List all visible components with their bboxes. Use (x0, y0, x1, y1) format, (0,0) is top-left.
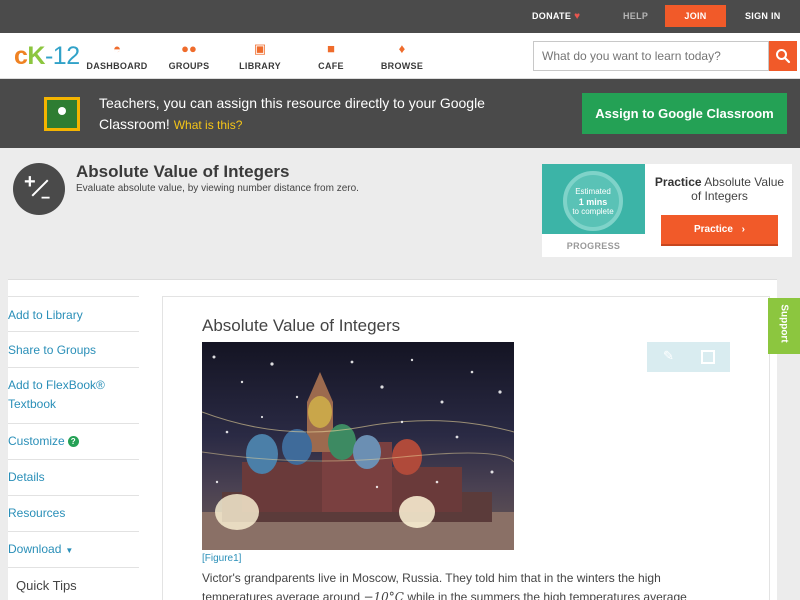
sign-in-link[interactable]: SIGN IN (745, 0, 781, 33)
practice-title-rest: Absolute Value of Integers (691, 175, 785, 203)
practice-button-label: Practice (693, 224, 733, 235)
what-is-this-link[interactable]: What is this? (174, 118, 243, 132)
heart-icon: ♥ (574, 11, 581, 22)
top-utility-bar: DONATE ♥ HELP JOIN SIGN IN (0, 0, 800, 33)
moscow-cathedral-photo (202, 342, 514, 550)
help-icon[interactable]: ? (67, 436, 79, 447)
paragraph-line2a: temperatures average around (202, 590, 361, 600)
nav-cafe-label: CAFE (318, 61, 344, 71)
practice-title-bold: Practice (654, 175, 702, 189)
cafe-icon: ■ (327, 41, 335, 56)
progress-area: Estimated 1 mins to complete (542, 164, 645, 234)
progress-label: PROGRESS (566, 241, 621, 251)
edit-tools: ✎ (647, 342, 730, 372)
assign-google-classroom-button[interactable]: Assign to Google Classroom (582, 93, 787, 134)
logo-k: K (27, 42, 45, 70)
page-title: Absolute Value of Integers (76, 162, 290, 181)
donate-link[interactable]: DONATE ♥ (532, 0, 580, 33)
support-tab[interactable]: Support (768, 298, 800, 354)
donate-label: DONATE (532, 11, 572, 21)
help-link[interactable]: HELP (623, 0, 648, 33)
nav-browse-label: BROWSE (380, 61, 424, 71)
google-classroom-icon (44, 97, 80, 131)
ck12-logo[interactable]: cK-12 (14, 42, 80, 71)
sidebar-item-resources[interactable]: Resources (8, 496, 139, 532)
estimate-line3: to complete (572, 207, 614, 216)
sidebar-item-add-to-library[interactable]: Add to Library (8, 296, 139, 332)
practice-button[interactable]: Practice › (661, 215, 778, 244)
sidebar-item-add-to-flexbook[interactable]: Add to FlexBook® Textbook (8, 368, 139, 424)
document-icon[interactable] (701, 350, 715, 364)
progress-ring: Estimated 1 mins to complete (563, 171, 623, 231)
library-icon: ▣ (253, 41, 267, 56)
dashboard-icon: ◓ (113, 41, 121, 56)
sidebar-item-customize[interactable]: Customize? (8, 424, 139, 460)
estimate-line1: Estimated (575, 187, 611, 196)
main-nav: cK-12 ◓ DASHBOARD ●● GROUPS ▣ LIBRARY ■ … (0, 33, 800, 79)
sidebar-item-download[interactable]: Download ▼ (8, 532, 139, 568)
nav-cafe[interactable]: ■ CAFE (296, 41, 366, 71)
content-title: Absolute Value of Integers (202, 316, 401, 335)
search-icon (776, 49, 791, 64)
quick-tips-heading[interactable]: Quick Tips (16, 578, 77, 593)
customize-label: Customize (8, 434, 65, 448)
logo-c: c (14, 42, 28, 70)
search-button[interactable] (769, 41, 797, 71)
browse-icon: ♦ (398, 41, 406, 56)
practice-title: Practice Absolute Value of Integers (652, 175, 787, 203)
caret-down-icon: ▼ (65, 546, 74, 555)
chevron-right-icon: › (741, 224, 746, 235)
search-input[interactable] (533, 41, 769, 71)
figure-caption[interactable]: [Figure1] (202, 553, 241, 564)
practice-card: Estimated 1 mins to complete PROGRESS Pr… (542, 164, 792, 257)
paragraph-line1: Victor's grandparents live in Moscow, Ru… (202, 571, 661, 585)
content-paragraph: Victor's grandparents live in Moscow, Ru… (202, 569, 722, 600)
logo-12: -12 (44, 42, 80, 70)
download-label: Download (8, 542, 62, 556)
banner-message: Teachers, you can assign this resource d… (99, 93, 539, 136)
groups-icon: ●● (181, 41, 197, 56)
nav-groups-label: GROUPS (168, 61, 210, 71)
nav-groups[interactable]: ●● GROUPS (154, 41, 224, 71)
pencil-icon[interactable]: ✎ (663, 348, 674, 364)
paragraph-line2b: while in the summers the high temperatur… (407, 590, 687, 600)
page-subtitle: Evaluate absolute value, by viewing numb… (76, 183, 359, 194)
plus-minus-topic-icon: + − (13, 163, 65, 215)
banner-text: Teachers, you can assign this resource d… (99, 95, 485, 132)
math-temperature: −10°C (363, 590, 404, 600)
nav-dashboard[interactable]: ◓ DASHBOARD (82, 41, 152, 71)
nav-library-label: LIBRARY (239, 61, 281, 71)
join-button[interactable]: JOIN (665, 5, 726, 27)
estimate-time: 1 mins (578, 197, 608, 207)
nav-browse[interactable]: ♦ BROWSE (367, 41, 437, 71)
sidebar-item-share-to-groups[interactable]: Share to Groups (8, 332, 139, 368)
nav-dashboard-label: DASHBOARD (86, 61, 148, 71)
nav-library[interactable]: ▣ LIBRARY (225, 41, 295, 71)
sidebar-item-details[interactable]: Details (8, 460, 139, 496)
support-label: Support (778, 304, 790, 343)
